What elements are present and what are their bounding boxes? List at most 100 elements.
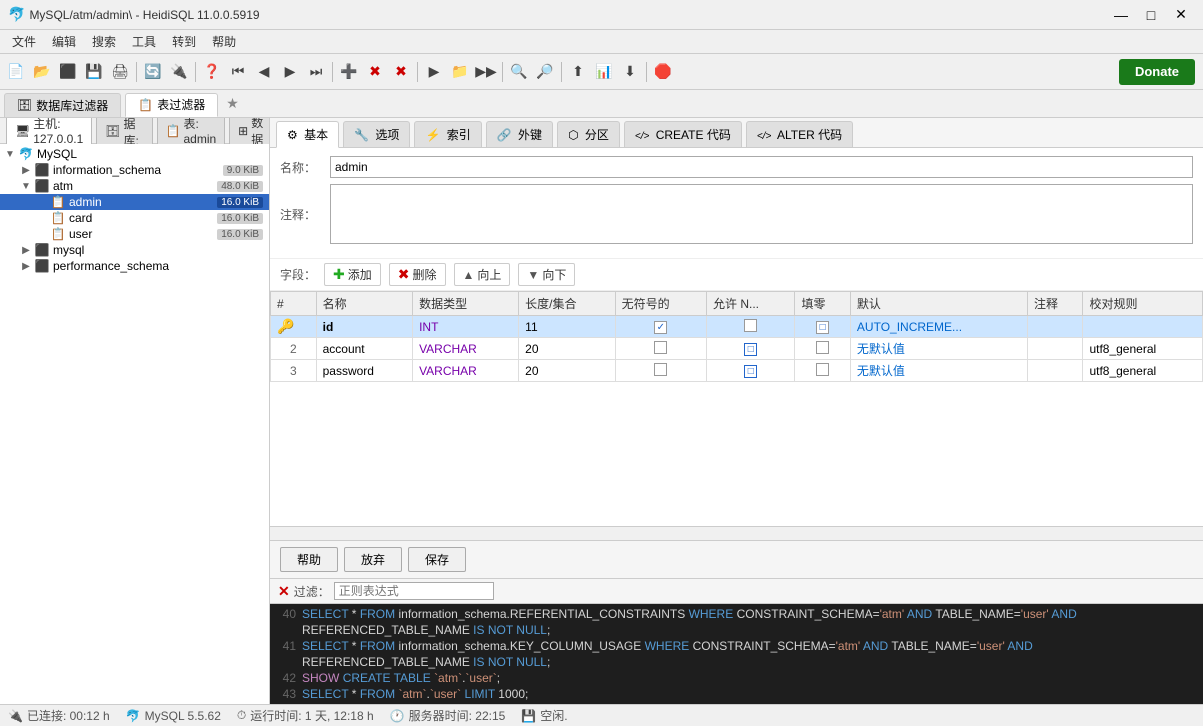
- row1-datatype[interactable]: INT: [413, 316, 519, 338]
- tree-item-information-schema[interactable]: ▶ ⬛ information_schema 9.0 KiB: [0, 162, 269, 178]
- close-button[interactable]: ✕: [1167, 5, 1195, 25]
- tab-options[interactable]: 🔧 选项: [343, 121, 410, 147]
- row2-allownull-cb[interactable]: □: [744, 343, 757, 356]
- row3-unsigned-cb[interactable]: [654, 363, 667, 376]
- row1-collation[interactable]: [1083, 316, 1203, 338]
- row1-unsigned-cb[interactable]: ✓: [654, 321, 667, 334]
- last-button[interactable]: ⏭: [304, 60, 328, 84]
- row2-allownull[interactable]: □: [707, 338, 795, 360]
- filter-close-icon[interactable]: ✕: [278, 583, 290, 600]
- refresh-button[interactable]: 🔄: [141, 60, 165, 84]
- next-button[interactable]: ▶: [278, 60, 302, 84]
- donate-button[interactable]: Donate: [1119, 59, 1195, 85]
- add-row-button[interactable]: ➕: [337, 60, 361, 84]
- tab-alter-code[interactable]: </> ALTER 代码: [746, 121, 853, 147]
- connect-button[interactable]: 🔌: [167, 60, 191, 84]
- row1-length[interactable]: 11: [519, 316, 615, 338]
- row3-unsigned[interactable]: [615, 360, 706, 382]
- row3-zerofill-cb[interactable]: [816, 363, 829, 376]
- row2-unsigned-cb[interactable]: [654, 341, 667, 354]
- row3-datatype[interactable]: VARCHAR: [413, 360, 519, 382]
- delete-row-button[interactable]: ✖: [363, 60, 387, 84]
- help-button[interactable]: 帮助: [280, 547, 338, 572]
- row3-collation[interactable]: utf8_general: [1083, 360, 1203, 382]
- row3-name[interactable]: password: [316, 360, 412, 382]
- filter-input[interactable]: [334, 582, 494, 600]
- move-up-button[interactable]: ▲ 向上: [454, 263, 511, 286]
- tree-item-mysql-db[interactable]: ▶ ⬛ mysql: [0, 242, 269, 258]
- row3-comment[interactable]: [1027, 360, 1082, 382]
- tab-create-code[interactable]: </> CREATE 代码: [624, 121, 742, 147]
- sort-button[interactable]: ⬇: [618, 60, 642, 84]
- row3-zerofill[interactable]: [795, 360, 850, 382]
- stats-button[interactable]: 📊: [592, 60, 616, 84]
- table-row[interactable]: 3 password VARCHAR 20 □ 无默认值: [271, 360, 1203, 382]
- row3-length[interactable]: 20: [519, 360, 615, 382]
- move-down-button[interactable]: ▼ 向下: [518, 263, 575, 286]
- save-file-button[interactable]: 💾: [82, 60, 106, 84]
- new-button[interactable]: 📄: [4, 60, 28, 84]
- row2-unsigned[interactable]: [615, 338, 706, 360]
- delete2-button[interactable]: ✖: [389, 60, 413, 84]
- menu-edit[interactable]: 编辑: [44, 31, 84, 52]
- comment-textarea[interactable]: [330, 184, 1193, 244]
- row1-unsigned[interactable]: ✓: [615, 316, 706, 338]
- horizontal-scrollbar[interactable]: [270, 526, 1203, 540]
- row2-collation[interactable]: utf8_general: [1083, 338, 1203, 360]
- menu-file[interactable]: 文件: [4, 31, 44, 52]
- row3-allownull[interactable]: □: [707, 360, 795, 382]
- run-file-button[interactable]: 📁: [448, 60, 472, 84]
- tab-partitions[interactable]: ⬡ 分区: [557, 121, 620, 147]
- tree-item-admin[interactable]: ▶ 📋 admin 16.0 KiB: [0, 194, 269, 210]
- row3-allownull-cb[interactable]: □: [744, 365, 757, 378]
- help-btn[interactable]: ❓: [200, 60, 224, 84]
- delete-field-button[interactable]: ✖ 删除: [389, 263, 446, 286]
- db-filter-tab[interactable]: 🗄 数据库过滤器: [4, 93, 121, 117]
- row1-allownull-cb[interactable]: [744, 319, 757, 332]
- first-button[interactable]: ⏮: [226, 60, 250, 84]
- row1-comment[interactable]: [1027, 316, 1082, 338]
- export-button[interactable]: ⬆: [566, 60, 590, 84]
- menu-help[interactable]: 帮助: [204, 31, 244, 52]
- tab-basic[interactable]: ⚙ 基本: [276, 121, 339, 148]
- expand-mysql[interactable]: ▼: [2, 149, 18, 160]
- row2-datatype[interactable]: VARCHAR: [413, 338, 519, 360]
- zoom-button[interactable]: 🔍: [507, 60, 531, 84]
- stop-button[interactable]: 🛑: [651, 60, 675, 84]
- run-button[interactable]: ▶: [422, 60, 446, 84]
- open-button[interactable]: 📂: [30, 60, 54, 84]
- row3-default[interactable]: 无默认值: [850, 360, 1027, 382]
- tab-foreignkeys[interactable]: 🔗 外键: [486, 121, 553, 147]
- menu-tools[interactable]: 工具: [124, 31, 164, 52]
- row2-zerofill[interactable]: [795, 338, 850, 360]
- row2-comment[interactable]: [1027, 338, 1082, 360]
- menu-goto[interactable]: 转到: [164, 31, 204, 52]
- print-button[interactable]: 🖨: [108, 60, 132, 84]
- table-row[interactable]: 2 account VARCHAR 20 □ 无默认值: [271, 338, 1203, 360]
- row2-name[interactable]: account: [316, 338, 412, 360]
- copy-button[interactable]: ⬛: [56, 60, 80, 84]
- table-row[interactable]: 🔑 id INT 11 ✓ □ AUTO_INCREME..: [271, 316, 1203, 338]
- expand-mysql-db[interactable]: ▶: [18, 245, 34, 256]
- row1-default[interactable]: AUTO_INCREME...: [850, 316, 1027, 338]
- row2-zerofill-cb[interactable]: [816, 341, 829, 354]
- favorites-star[interactable]: ★: [226, 95, 239, 112]
- menu-search[interactable]: 搜索: [84, 31, 124, 52]
- maximize-button[interactable]: □: [1137, 5, 1165, 25]
- add-field-button[interactable]: ✚ 添加: [324, 263, 381, 286]
- tree-root-mysql[interactable]: ▼ 🐬 MySQL: [0, 146, 269, 162]
- row1-zerofill-cb[interactable]: □: [816, 321, 829, 334]
- tree-item-atm[interactable]: ▼ ⬛ atm 48.0 KiB: [0, 178, 269, 194]
- run-sel-button[interactable]: ▶▶: [474, 60, 498, 84]
- tab-indexes[interactable]: ⚡ 索引: [414, 121, 481, 147]
- expand-infschema[interactable]: ▶: [18, 165, 34, 176]
- save-button[interactable]: 保存: [408, 547, 466, 572]
- tree-item-user[interactable]: ▶ 📋 user 16.0 KiB: [0, 226, 269, 242]
- row1-allownull[interactable]: [707, 316, 795, 338]
- expand-perf-schema[interactable]: ▶: [18, 261, 34, 272]
- row2-length[interactable]: 20: [519, 338, 615, 360]
- expand-atm[interactable]: ▼: [18, 181, 34, 192]
- minimize-button[interactable]: —: [1107, 5, 1135, 25]
- name-input[interactable]: [330, 156, 1193, 178]
- row1-zerofill[interactable]: □: [795, 316, 850, 338]
